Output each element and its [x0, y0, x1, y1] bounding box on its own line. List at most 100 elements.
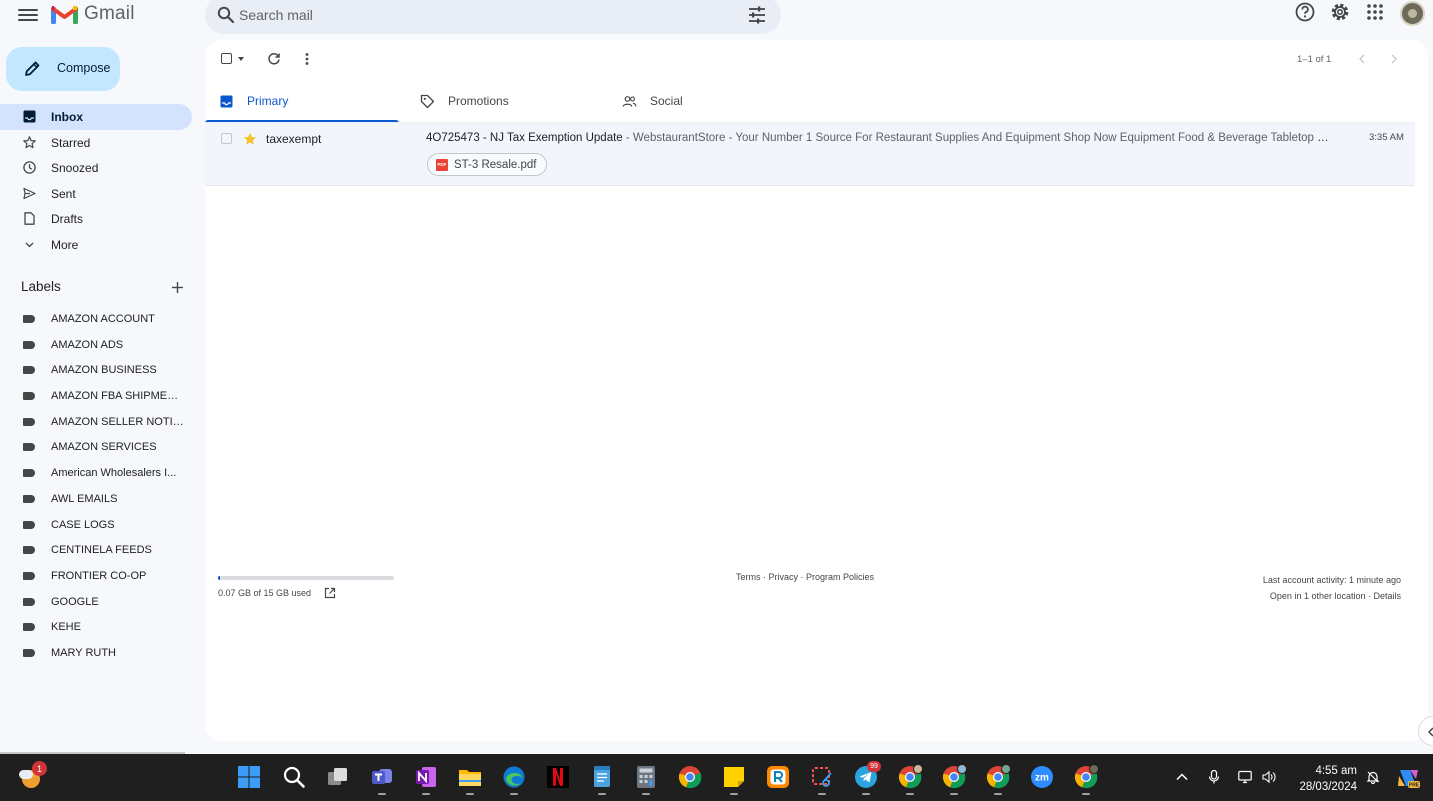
label-item[interactable]: CASE LOGS	[0, 512, 192, 538]
add-label-icon[interactable]	[171, 281, 184, 294]
sidebar-item-snoozed[interactable]: Snoozed	[0, 155, 192, 181]
notepad-app[interactable]	[590, 765, 614, 795]
label-item[interactable]: CENTINELA FEEDS	[0, 537, 192, 563]
email-snippet: - WebstaurantStore - Your Number 1 Sourc…	[622, 132, 1331, 144]
sidebar-item-more[interactable]: More	[0, 232, 192, 258]
compose-button[interactable]: Compose	[6, 47, 120, 91]
chevron-up-icon[interactable]	[1175, 770, 1189, 784]
label-tag-icon	[23, 623, 35, 632]
label-item[interactable]: MARY RUTH	[0, 640, 192, 666]
search-options-icon[interactable]	[748, 6, 766, 24]
storage-usage: 0.07 GB of 15 GB used	[218, 588, 312, 598]
star-icon[interactable]	[243, 132, 257, 146]
labels-heading: Labels	[21, 279, 61, 294]
onenote-app[interactable]	[414, 765, 438, 795]
netflix-app[interactable]	[546, 765, 570, 789]
tab-primary[interactable]: Primary	[205, 83, 399, 123]
chrome-profile-app[interactable]	[986, 764, 1011, 795]
microphone-icon[interactable]	[1207, 770, 1221, 784]
more-options-icon[interactable]	[301, 52, 313, 66]
label-item[interactable]: GOOGLE	[0, 589, 192, 615]
label-item[interactable]: AMAZON ACCOUNT	[0, 306, 192, 332]
start-button[interactable]	[237, 765, 261, 789]
inbox-tabs: Primary Promotions Social	[205, 83, 1428, 123]
chrome-app[interactable]	[678, 765, 702, 789]
clock-time: 4:55 am	[1315, 765, 1357, 777]
snipping-tool-app[interactable]	[810, 765, 834, 795]
label-item[interactable]: AMAZON FBA SHIPMEN...	[0, 383, 192, 409]
teams-app[interactable]	[370, 765, 394, 795]
settings-icon[interactable]	[1328, 0, 1352, 24]
gmail-logo[interactable]: Gmail	[51, 3, 135, 25]
label-name: AMAZON BUSINESS	[51, 364, 157, 377]
account-avatar[interactable]	[1400, 1, 1425, 26]
main-menu-icon[interactable]	[18, 6, 38, 24]
sidebar-item-starred[interactable]: Starred	[0, 130, 192, 156]
label-item[interactable]: AMAZON ADS	[0, 332, 192, 358]
copilot-icon[interactable]: PRE	[1396, 767, 1420, 789]
task-view[interactable]	[326, 765, 350, 789]
label-item[interactable]: AMAZON BUSINESS	[0, 357, 192, 383]
sticky-notes-app[interactable]	[722, 765, 746, 795]
label-name: CASE LOGS	[51, 518, 115, 531]
sidebar-item-drafts[interactable]: Drafts	[0, 206, 192, 232]
running-indicator	[906, 793, 914, 795]
label-item[interactable]: AWL EMAILS	[0, 486, 192, 512]
zoom-app[interactable]: zm	[1030, 765, 1054, 789]
terms-privacy-policies-links[interactable]: Terms · Privacy · Program Policies	[736, 572, 874, 582]
running-indicator	[818, 793, 826, 795]
refresh-icon[interactable]	[267, 52, 281, 66]
folder-icon	[459, 770, 481, 786]
label-tag-icon	[23, 520, 35, 529]
sidebar-item-label: Drafts	[51, 212, 84, 226]
ringcentral-app[interactable]	[766, 765, 790, 789]
clock-date: 28/03/2024	[1299, 781, 1357, 793]
chevron-left-icon[interactable]	[1356, 52, 1368, 66]
footer-links[interactable]: Terms · Privacy · Program Policies	[736, 572, 874, 582]
chrome-profile-app[interactable]	[942, 764, 967, 795]
chrome-profile-app[interactable]	[1074, 764, 1099, 795]
tab-promotions[interactable]: Promotions	[406, 83, 600, 123]
tab-social[interactable]: Social	[608, 83, 802, 123]
search-input[interactable]	[239, 4, 739, 26]
open-in-new-icon[interactable]	[324, 587, 336, 599]
select-options-caret-icon[interactable]	[238, 57, 244, 61]
pencil-icon	[25, 61, 40, 76]
edge-app[interactable]	[502, 765, 526, 795]
attachment-chip[interactable]: PDF ST-3 Resale.pdf	[427, 153, 548, 176]
sidebar-item-label: More	[51, 237, 79, 252]
details-link[interactable]: Details	[1373, 591, 1401, 601]
label-item[interactable]: KEHE	[0, 614, 192, 640]
label-item[interactable]: FRONTIER CO-OP	[0, 563, 192, 589]
label-tag-icon	[23, 546, 35, 555]
running-indicator	[862, 793, 870, 795]
label-name: AMAZON FBA SHIPMEN...	[51, 390, 184, 403]
label-item[interactable]: AMAZON SELLER NOTIF...	[0, 409, 192, 435]
email-row[interactable]: taxexempt 4O725473 - NJ Tax Exemption Up…	[205, 123, 1415, 186]
sidebar-item-inbox[interactable]: Inbox	[0, 104, 192, 130]
file-explorer-app[interactable]	[458, 765, 482, 795]
tab-label: Social	[650, 94, 683, 108]
cloud-icon	[19, 770, 33, 779]
chrome-profile-app[interactable]	[898, 764, 923, 795]
weather-widget[interactable]: 1	[18, 761, 47, 790]
calculator-app[interactable]	[634, 765, 658, 795]
chevron-right-icon[interactable]	[1388, 52, 1400, 66]
network-icon[interactable]	[1238, 770, 1252, 784]
apps-grid-icon[interactable]	[1363, 0, 1387, 24]
notification-bell-icon[interactable]	[1366, 770, 1380, 784]
help-icon[interactable]	[1293, 0, 1317, 24]
email-select-checkbox[interactable]	[221, 133, 232, 144]
label-item[interactable]: AMAZON SERVICES	[0, 434, 192, 460]
taskbar-search[interactable]	[282, 765, 306, 789]
volume-icon[interactable]	[1262, 770, 1276, 784]
sidebar-item-sent[interactable]: Sent	[0, 181, 192, 207]
chrome-icon	[898, 764, 923, 789]
taskbar-clock[interactable]: 4:55 am 28/03/2024	[1295, 763, 1357, 795]
telegram-app[interactable]: 99	[854, 761, 881, 795]
mail-list-panel: 1–1 of 1 Primary Promotions Social taxex…	[205, 40, 1428, 741]
select-all-checkbox[interactable]	[221, 53, 232, 64]
search-icon[interactable]	[217, 6, 235, 24]
label-item[interactable]: American Wholesalers I...	[0, 460, 192, 486]
label-tag-icon	[23, 443, 35, 452]
